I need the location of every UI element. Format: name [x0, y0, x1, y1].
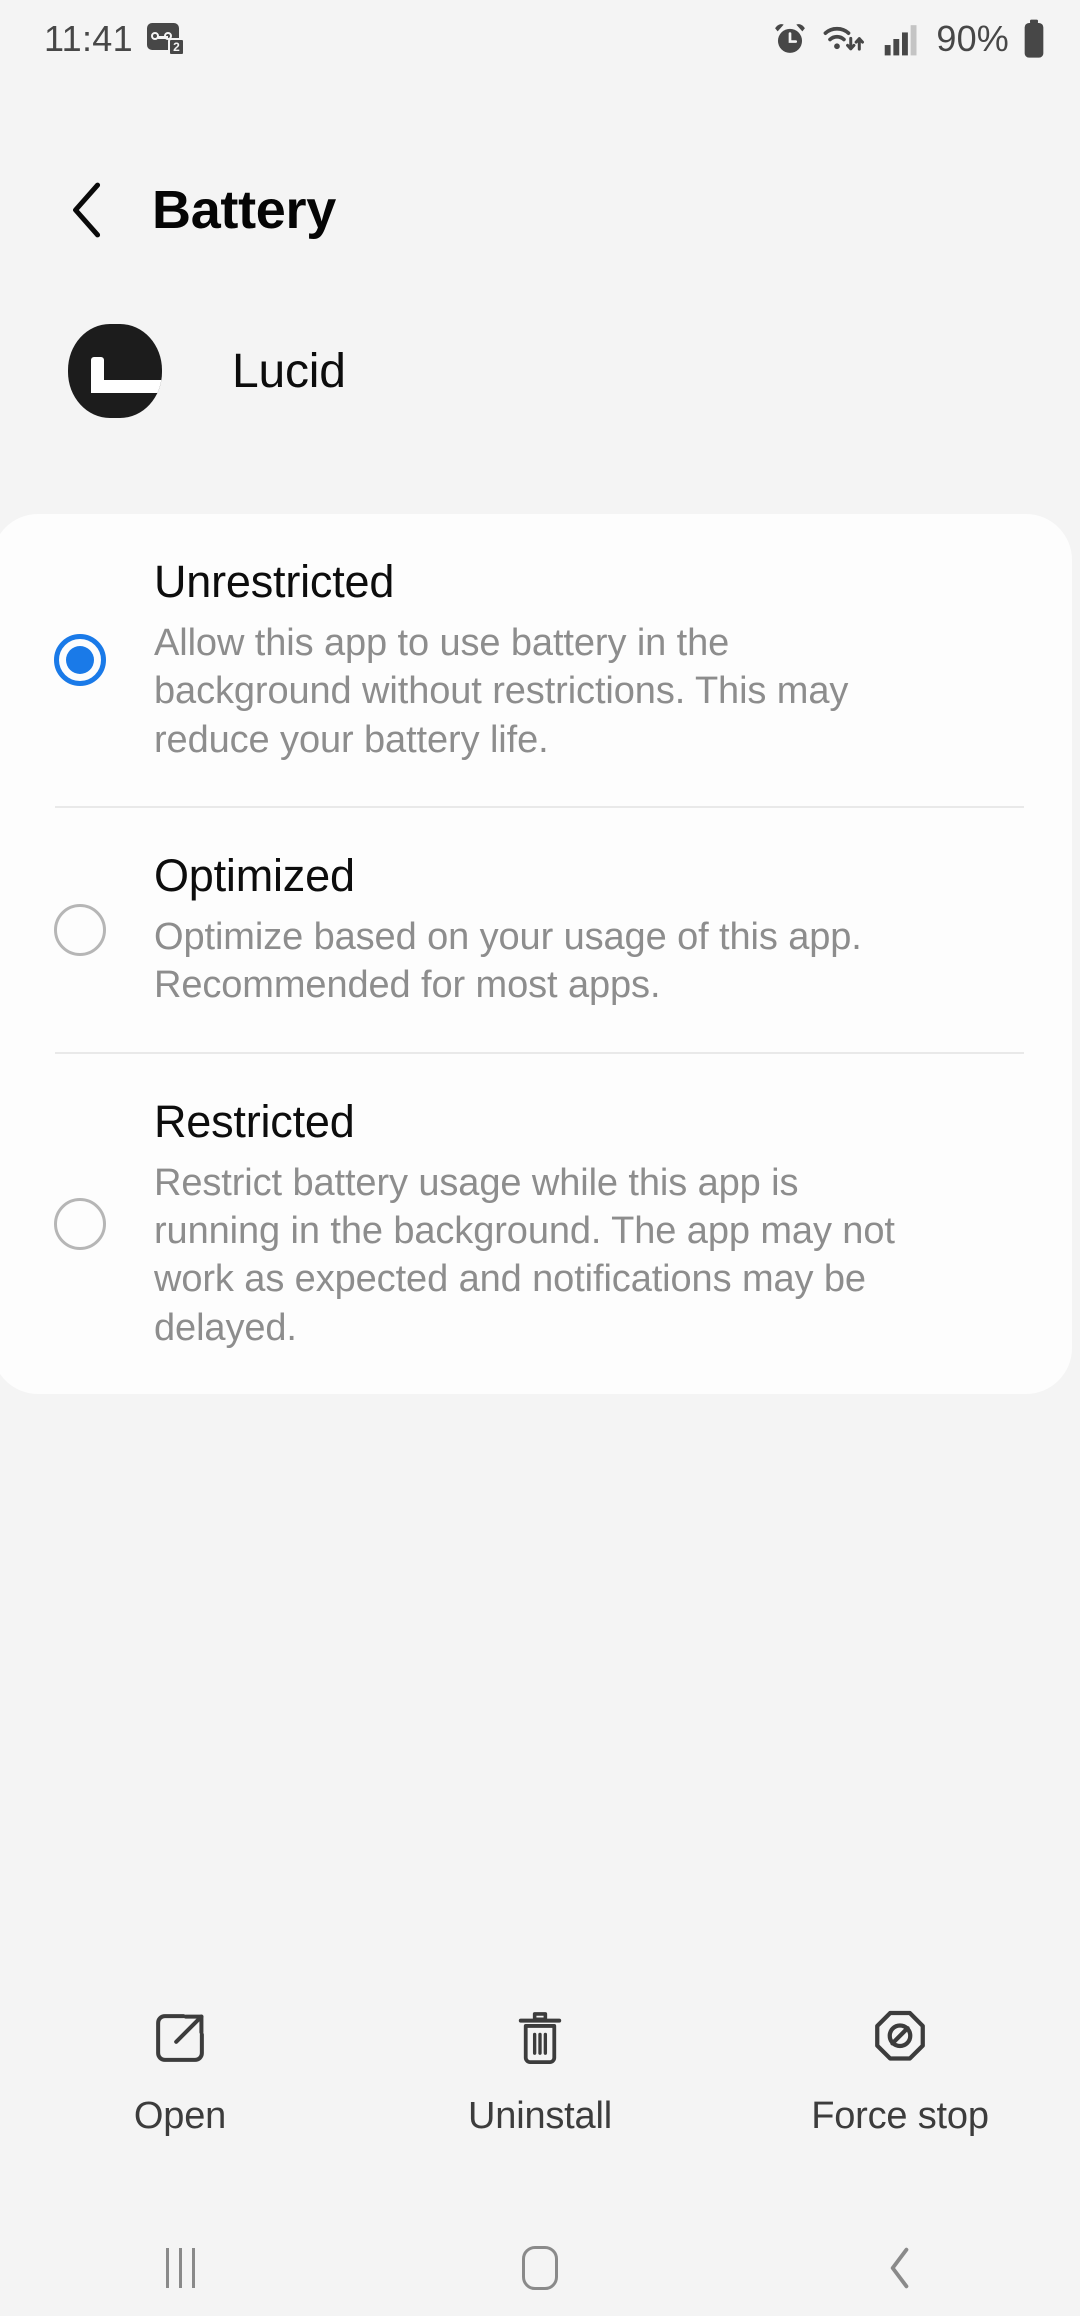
- battery-settings-screen: 11:41 2 90% Battery Lucid Unrestricted A…: [0, 0, 1080, 2316]
- status-bar-left: 11:41 2: [44, 18, 185, 60]
- open-button-label: Open: [133, 2095, 227, 2137]
- option-restricted[interactable]: Restricted Restrict battery usage while …: [0, 1054, 1072, 1394]
- voicemail-count-badge: 2: [167, 37, 185, 56]
- wifi-icon: [823, 26, 865, 51]
- app-summary-row: Lucid: [0, 316, 1080, 426]
- system-navigation-bar: [0, 2220, 1080, 2316]
- uninstall-button-label: Uninstall: [468, 2095, 612, 2137]
- status-bar: 11:41 2 90%: [0, 0, 1080, 78]
- option-restricted-description: Restrict battery usage while this app is…: [154, 1161, 895, 1349]
- cellular-signal-icon: [885, 25, 917, 56]
- option-optimized[interactable]: Optimized Optimize based on your usage o…: [0, 808, 1072, 1052]
- option-unrestricted-text: Unrestricted Allow this app to use batte…: [154, 514, 934, 806]
- force-stop-button-label: Force stop: [811, 2095, 989, 2137]
- nav-recents-button[interactable]: [0, 2220, 360, 2316]
- home-icon: [522, 2246, 558, 2290]
- option-unrestricted-description: Allow this app to use battery in the bac…: [154, 622, 849, 761]
- trash-icon: [512, 2007, 568, 2069]
- radio-optimized[interactable]: [54, 903, 106, 956]
- back-button[interactable]: [52, 174, 124, 246]
- app-name-label: Lucid: [232, 344, 346, 398]
- chevron-left-icon: [73, 182, 101, 238]
- option-restricted-text: Restricted Restrict battery usage while …: [154, 1054, 934, 1394]
- option-restricted-title: Restricted: [154, 1095, 355, 1147]
- option-optimized-title: Optimized: [154, 849, 355, 901]
- option-unrestricted[interactable]: Unrestricted Allow this app to use batte…: [0, 514, 1072, 806]
- nav-back-button[interactable]: [720, 2220, 1080, 2316]
- app-action-bar: Open Uninstall Force stop: [0, 1985, 1080, 2185]
- uninstall-button[interactable]: Uninstall: [360, 1985, 720, 2185]
- block-octagon-icon: [871, 2007, 929, 2069]
- open-button[interactable]: Open: [0, 1985, 360, 2185]
- page-title: Battery: [152, 180, 336, 240]
- recents-icon: [165, 2248, 195, 2288]
- external-link-icon: [151, 2007, 209, 2069]
- voicemail-icon: 2: [146, 22, 185, 56]
- battery-icon: [1024, 19, 1044, 58]
- option-optimized-description: Optimize based on your usage of this app…: [154, 916, 862, 1007]
- nav-home-button[interactable]: [360, 2220, 720, 2316]
- back-chevron-icon: [890, 2247, 909, 2289]
- option-optimized-text: Optimized Optimize based on your usage o…: [154, 808, 934, 1052]
- battery-usage-options-card: Unrestricted Allow this app to use batte…: [0, 514, 1072, 1394]
- battery-percent-label: 90%: [936, 18, 1009, 59]
- status-bar-right: 90%: [771, 18, 1046, 60]
- lucid-app-icon: [68, 324, 162, 418]
- page-header: Battery: [0, 150, 1080, 270]
- alarm-icon: [775, 24, 806, 53]
- option-unrestricted-title: Unrestricted: [154, 556, 395, 607]
- force-stop-button[interactable]: Force stop: [720, 1985, 1080, 2185]
- radio-unrestricted[interactable]: [54, 633, 106, 686]
- radio-restricted[interactable]: [54, 1197, 106, 1250]
- status-clock: 11:41: [44, 18, 133, 59]
